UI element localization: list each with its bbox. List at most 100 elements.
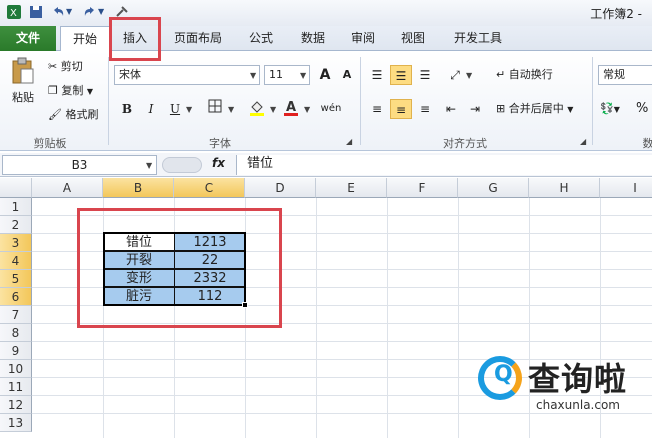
paste-button[interactable]: 粘贴 <box>8 57 38 106</box>
row-header-11[interactable]: 11 <box>0 378 32 396</box>
row-header-13[interactable]: 13 <box>0 414 32 432</box>
cut-button[interactable]: ✂ 剪切 <box>48 59 83 75</box>
tab-page-layout[interactable]: 页面布局 <box>166 26 230 51</box>
row-header-8[interactable]: 8 <box>0 324 32 342</box>
phonetic-guide-button[interactable]: wén <box>320 99 342 119</box>
column-header-e[interactable]: E <box>316 178 387 198</box>
orientation-button[interactable]: ⤢ <box>444 65 466 85</box>
align-right-button[interactable]: ≡ <box>414 99 436 119</box>
font-color-dropdown-icon[interactable]: ▼ <box>304 105 310 114</box>
row-header-7[interactable]: 7 <box>0 306 32 324</box>
paint-bucket-icon <box>249 99 265 123</box>
percent-button[interactable]: % <box>636 101 648 117</box>
column-header-b[interactable]: B <box>103 178 174 198</box>
name-box[interactable]: B3 <box>2 155 157 175</box>
watermark-url: chaxunla.com <box>536 398 620 412</box>
row-header-1[interactable]: 1 <box>0 198 32 216</box>
align-left-button[interactable]: ≡ <box>366 99 388 119</box>
column-header-d[interactable]: D <box>245 178 316 198</box>
clipboard-icon <box>10 57 36 90</box>
border-grid-icon <box>208 99 222 119</box>
insert-function-button[interactable]: fx <box>212 156 225 170</box>
shrink-font-button[interactable]: A <box>336 65 358 85</box>
cut-label: 剪切 <box>60 60 83 73</box>
currency-button[interactable]: 💱▼ <box>600 101 620 118</box>
formula-bar-splitter[interactable] <box>162 157 202 173</box>
select-all-corner[interactable] <box>0 178 32 198</box>
merge-center-label: 合并后居中 <box>508 102 564 115</box>
font-name-dropdown-icon[interactable]: ▼ <box>250 71 256 80</box>
font-color-button[interactable]: A <box>280 99 302 119</box>
gridline <box>316 198 317 438</box>
column-header-h[interactable]: H <box>529 178 600 198</box>
tab-home[interactable]: 开始 <box>60 26 110 52</box>
svg-text:A: A <box>286 100 296 115</box>
align-center-button[interactable]: ≡ <box>390 99 412 119</box>
borders-dropdown-icon[interactable]: ▼ <box>228 105 234 114</box>
name-box-dropdown-icon[interactable]: ▼ <box>146 161 152 170</box>
undo-icon[interactable] <box>50 4 66 20</box>
decrease-indent-button[interactable]: ⇤ <box>440 99 462 119</box>
tab-review[interactable]: 审阅 <box>340 26 386 51</box>
merge-dropdown-icon: ▼ <box>567 105 574 114</box>
clipboard-group-label: 剪贴板 <box>33 137 67 150</box>
grow-font-button[interactable]: A <box>314 65 336 85</box>
alignment-dialog-launcher-icon[interactable]: ◢ <box>580 137 586 146</box>
align-middle-button[interactable]: ☰ <box>390 65 412 85</box>
increase-indent-icon: ⇥ <box>469 102 481 116</box>
font-group-label: 字体 <box>209 137 231 150</box>
italic-button[interactable]: I <box>140 99 162 119</box>
column-header-a[interactable]: A <box>32 178 103 198</box>
save-icon[interactable] <box>28 4 44 20</box>
row-header-12[interactable]: 12 <box>0 396 32 414</box>
redo-icon[interactable] <box>82 4 98 20</box>
fill-color-dropdown-icon[interactable]: ▼ <box>270 105 276 114</box>
gridline <box>387 198 388 438</box>
column-header-i[interactable]: I <box>600 178 652 198</box>
group-divider <box>592 57 593 145</box>
redo-dropdown-icon[interactable]: ▼ <box>98 4 104 20</box>
row-header-2[interactable]: 2 <box>0 216 32 234</box>
column-header-c[interactable]: C <box>174 178 245 198</box>
group-divider <box>108 57 109 145</box>
undo-dropdown-icon[interactable]: ▼ <box>66 4 72 20</box>
align-top-button[interactable]: ☰ <box>366 65 388 85</box>
row-header-10[interactable]: 10 <box>0 360 32 378</box>
formula-input[interactable]: 错位 <box>236 155 652 175</box>
tab-view[interactable]: 视图 <box>390 26 436 51</box>
fill-color-button[interactable] <box>246 99 268 119</box>
borders-button[interactable] <box>204 99 226 119</box>
copy-dropdown-icon: ▼ <box>86 87 94 96</box>
font-name-select[interactable]: 宋体 <box>114 65 260 85</box>
bold-button[interactable]: B <box>116 99 138 119</box>
tab-file[interactable]: 文件 <box>0 26 56 51</box>
orientation-dropdown-icon[interactable]: ▼ <box>466 71 472 80</box>
row-header-4[interactable]: 4 <box>0 252 32 270</box>
row-header-6[interactable]: 6 <box>0 288 32 306</box>
merge-center-button[interactable]: ⊞ 合并后居中 ▼ <box>496 101 573 118</box>
row-header-3[interactable]: 3 <box>0 234 32 252</box>
format-painter-button[interactable]: 🖌 格式刷 <box>48 107 98 123</box>
underline-dropdown-icon[interactable]: ▼ <box>186 105 192 114</box>
align-left-icon: ≡ <box>371 102 383 116</box>
paste-label: 粘贴 <box>12 91 34 104</box>
wrap-text-button[interactable]: ↵ 自动换行 <box>496 67 553 83</box>
column-header-f[interactable]: F <box>387 178 458 198</box>
row-header-5[interactable]: 5 <box>0 270 32 288</box>
tab-formulas[interactable]: 公式 <box>238 26 284 51</box>
row-header-9[interactable]: 9 <box>0 342 32 360</box>
copy-button[interactable]: ❐ 复制 ▼ <box>48 83 93 100</box>
gridline <box>32 341 652 342</box>
font-size-dropdown-icon[interactable]: ▼ <box>300 71 306 80</box>
underline-button[interactable]: U <box>164 99 186 119</box>
tab-data[interactable]: 数据 <box>290 26 336 51</box>
phonetic-label: wén <box>320 103 342 114</box>
font-dialog-launcher-icon[interactable]: ◢ <box>346 137 352 146</box>
number-format-select[interactable]: 常规 <box>598 65 652 85</box>
increase-indent-button[interactable]: ⇥ <box>464 99 486 119</box>
tab-developer[interactable]: 开发工具 <box>446 26 510 51</box>
align-bottom-button[interactable]: ☰ <box>414 65 436 85</box>
align-top-icon: ☰ <box>371 68 383 82</box>
column-header-g[interactable]: G <box>458 178 529 198</box>
align-right-icon: ≡ <box>419 102 431 116</box>
